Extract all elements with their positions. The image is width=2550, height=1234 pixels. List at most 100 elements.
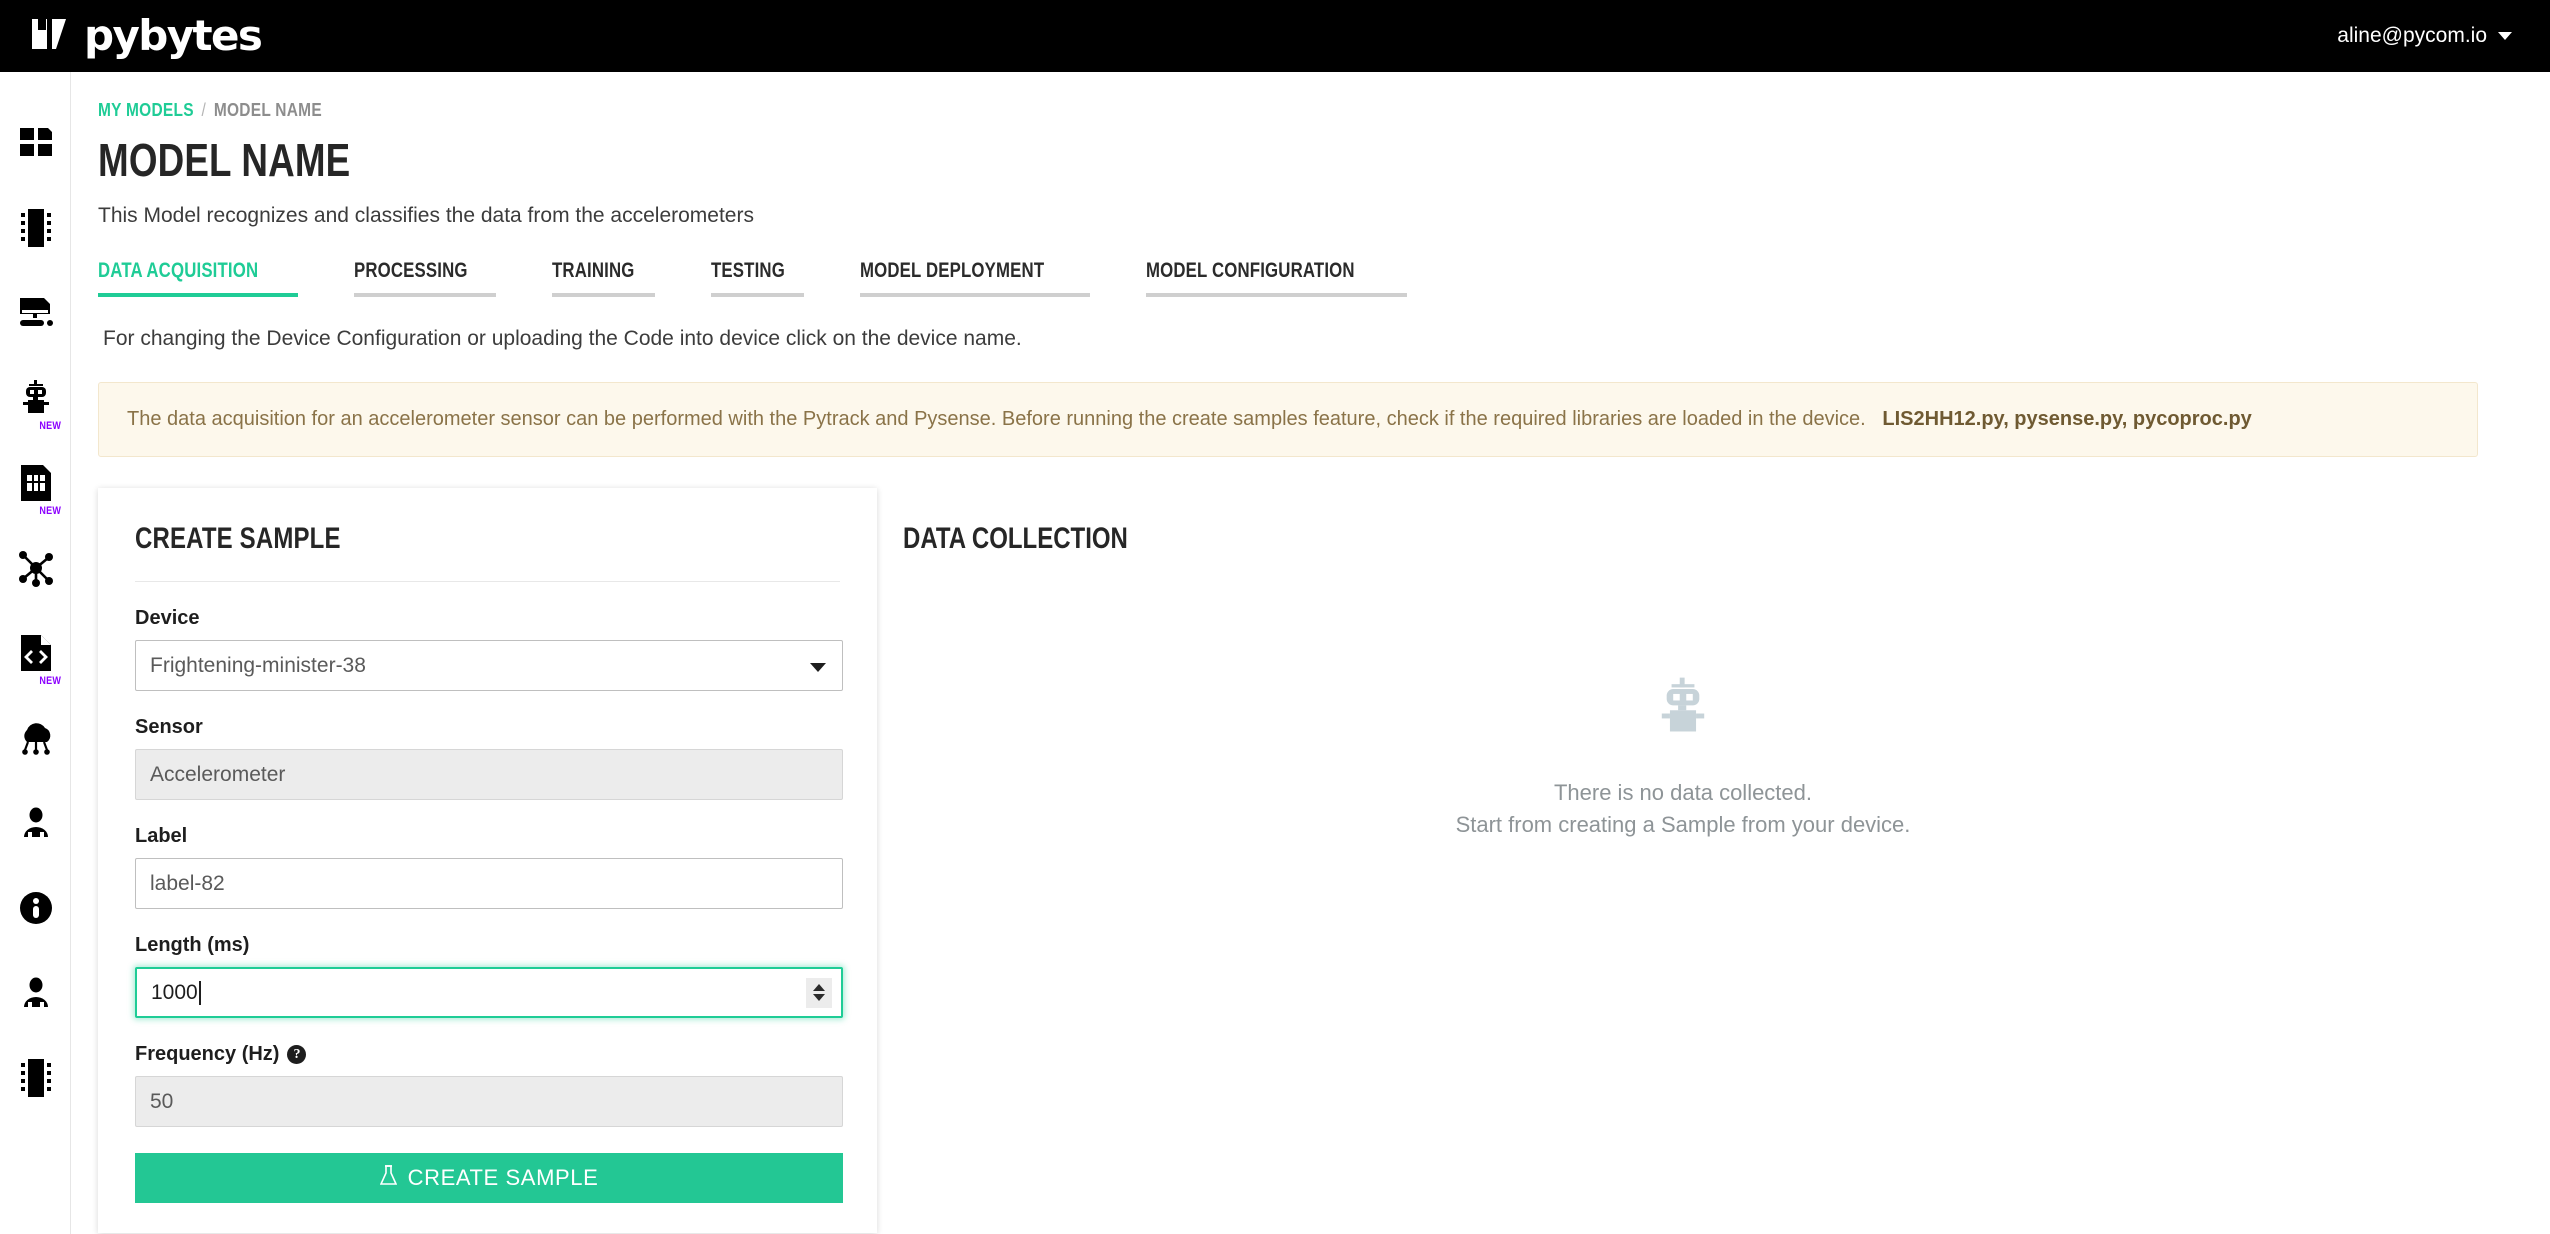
field-sensor: Sensor Accelerometer [135, 716, 843, 800]
tab-data-acquisition[interactable]: DATA ACQUISITION [98, 259, 299, 297]
sidebar-item-help[interactable] [0, 865, 71, 950]
info-circle-icon [18, 890, 54, 926]
length-value: 1000 [151, 980, 198, 1004]
sensor-input: Accelerometer [135, 749, 843, 800]
sidebar-item-dashboard[interactable] [0, 100, 71, 185]
sensor-label: Sensor [135, 716, 203, 738]
breadcrumb: MY MODELS / MODEL NAME [98, 100, 2172, 121]
sidebar-item-hardware[interactable] [0, 1035, 71, 1120]
sidebar-badge-new: NEW [39, 675, 62, 687]
sample-label-label: Label [135, 825, 188, 847]
panels-row: CREATE SAMPLE Device Frightening-ministe… [98, 488, 2510, 1233]
card-divider [135, 581, 840, 582]
sidebar-item-machine-learning[interactable]: NEW [0, 355, 71, 440]
sidebar-item-sim-cards[interactable]: NEW [0, 440, 71, 525]
empty-state-text: There is no data collected. Start from c… [1456, 777, 1911, 841]
chip-module-icon [19, 1057, 53, 1099]
tab-model-deployment[interactable]: MODEL DEPLOYMENT [859, 259, 1091, 297]
sim-card-icon [19, 463, 53, 503]
create-sample-button[interactable]: CREATE SAMPLE [135, 1153, 843, 1203]
pybytes-logo-icon [30, 17, 70, 56]
user-email: aline@pycom.io [2337, 24, 2487, 47]
sidebar-badge-new: NEW [39, 505, 62, 517]
data-collection-title: DATA COLLECTION [903, 522, 1128, 555]
length-label: Length (ms) [135, 934, 250, 956]
brand-logo[interactable]: pybytes [30, 11, 263, 60]
device-label: Device [135, 607, 200, 629]
data-collection-empty-state: There is no data collected. Start from c… [903, 676, 2463, 841]
sidebar: NEW NEW NEW [0, 72, 71, 1234]
notice-libraries: LIS2HH12.py, pysense.py, pycoproc.py [1882, 408, 2252, 430]
tab-bar: DATA ACQUISITION PROCESSING TRAINING TES… [98, 259, 2510, 297]
robot-icon [1652, 676, 1714, 743]
create-sample-card: CREATE SAMPLE Device Frightening-ministe… [98, 488, 877, 1233]
frequency-input: 50 [135, 1076, 843, 1127]
tab-label: TRAINING [552, 259, 635, 282]
tab-label: PROCESSING [354, 259, 468, 282]
tab-label: TESTING [711, 259, 786, 282]
robot-icon [17, 379, 55, 417]
field-device: Device Frightening-minister-38 [135, 607, 843, 691]
page-subtitle: This Model recognizes and classifies the… [98, 204, 754, 227]
empty-state-line1: There is no data collected. [1553, 780, 1813, 805]
user-icon [20, 976, 52, 1010]
main-content: MY MODELS / MODEL NAME MODEL NAME This M… [71, 72, 2550, 1234]
sidebar-item-terminal[interactable] [0, 270, 71, 355]
empty-state-line2: Start from creating a Sample from your d… [1455, 811, 1911, 837]
cloud-iot-icon [17, 720, 55, 756]
dashboard-grid-icon [19, 126, 53, 160]
sidebar-item-firmware-code[interactable]: NEW [0, 610, 71, 695]
breadcrumb-separator: / [201, 100, 207, 120]
top-bar: pybytes aline@pycom.io [0, 0, 2550, 72]
page-title: MODEL NAME [98, 134, 351, 186]
tab-testing[interactable]: TESTING [711, 259, 804, 297]
chip-module-icon [19, 207, 53, 249]
device-config-hint: For changing the Device Configuration or… [103, 327, 1022, 350]
notice-text: The data acquisition for an acceleromete… [127, 408, 1866, 430]
sidebar-item-networks[interactable] [0, 525, 71, 610]
field-frequency: Frequency (Hz) ? 50 [135, 1043, 843, 1127]
frequency-label: Frequency (Hz) ? [135, 1043, 840, 1066]
sensor-value: Accelerometer [150, 762, 286, 786]
create-sample-button-label: CREATE SAMPLE [407, 1165, 599, 1190]
tab-training[interactable]: TRAINING [552, 259, 656, 297]
device-select[interactable]: Frightening-minister-38 [135, 640, 843, 691]
tab-model-configuration[interactable]: MODEL CONFIGURATION [1146, 259, 1408, 297]
brand-name: pybytes [84, 11, 263, 60]
frequency-label-text: Frequency (Hz) [135, 1043, 280, 1065]
question-mark-icon[interactable]: ? [287, 1045, 307, 1064]
sidebar-item-integrations[interactable] [0, 695, 71, 780]
monitor-terminal-icon [17, 296, 55, 330]
tab-processing[interactable]: PROCESSING [354, 259, 497, 297]
network-nodes-icon [17, 549, 55, 587]
tab-label: MODEL DEPLOYMENT [859, 259, 1045, 282]
breadcrumb-my-models[interactable]: MY MODELS [98, 100, 194, 121]
code-file-icon [19, 633, 53, 673]
library-notice-banner: The data acquisition for an acceleromete… [98, 382, 2478, 457]
number-spinner-icon[interactable] [806, 977, 832, 1008]
chevron-down-icon [2498, 32, 2512, 40]
user-icon [20, 806, 52, 840]
device-select-value: Frightening-minister-38 [150, 653, 366, 677]
sample-label-input[interactable]: label-82 [135, 858, 843, 909]
field-length: Length (ms) 1000 [135, 934, 843, 1018]
tab-label: MODEL CONFIGURATION [1146, 259, 1355, 282]
tab-label: DATA ACQUISITION [98, 259, 259, 282]
create-sample-title: CREATE SAMPLE [135, 522, 341, 555]
spinner-up-icon[interactable] [813, 984, 825, 991]
sidebar-item-profile[interactable] [0, 950, 71, 1035]
frequency-value: 50 [150, 1089, 174, 1113]
sidebar-item-account[interactable] [0, 780, 71, 865]
flask-icon [379, 1164, 397, 1192]
sidebar-item-devices[interactable] [0, 185, 71, 270]
data-collection-panel: DATA COLLECTION There is no data collect… [903, 488, 2510, 841]
breadcrumb-current: MODEL NAME [213, 100, 322, 120]
caret-down-icon [810, 662, 826, 672]
spinner-down-icon[interactable] [813, 994, 825, 1001]
sample-label-value: label-82 [150, 871, 225, 895]
length-input[interactable]: 1000 [135, 967, 843, 1018]
user-menu[interactable]: aline@pycom.io [2337, 24, 2512, 48]
text-cursor [198, 980, 201, 1005]
field-label: Label label-82 [135, 825, 843, 909]
sidebar-badge-new: NEW [39, 420, 62, 432]
